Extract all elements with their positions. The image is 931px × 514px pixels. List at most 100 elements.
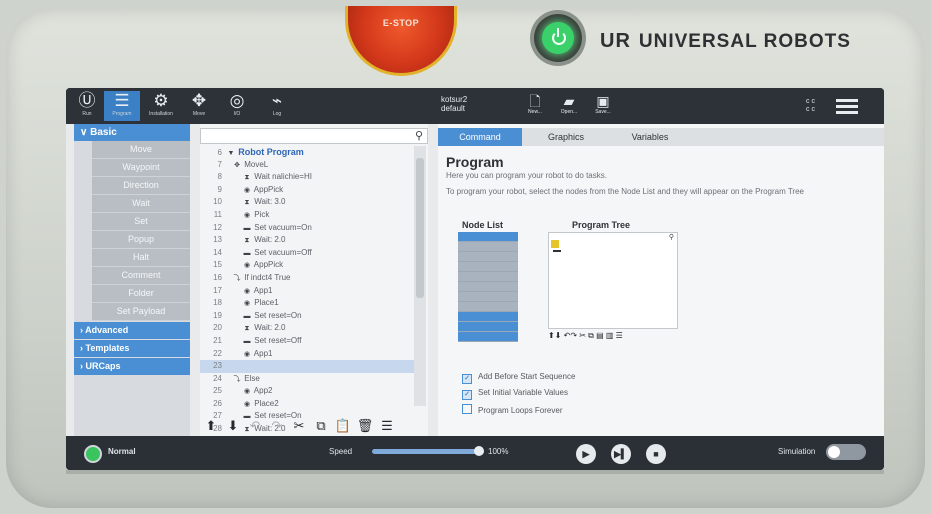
speed-value: 100% (488, 447, 509, 456)
undo-icon[interactable]: ↶ (244, 416, 266, 436)
line-number: 9 (217, 184, 222, 194)
tree-row[interactable]: 16 ⤵ If indct4 True (200, 272, 414, 285)
speed-slider-handle[interactable] (474, 446, 484, 456)
move-up-icon[interactable]: ⬆ (200, 416, 222, 436)
step-button[interactable]: ▶▍ (611, 444, 631, 464)
stop-button[interactable]: ■ (646, 444, 666, 464)
file-info: kotsur2 default (441, 95, 467, 113)
nav-run[interactable]: Ⓤ Run (72, 91, 102, 121)
tree-row[interactable]: 24 ⤵ Else (200, 373, 414, 386)
hamburger-menu-icon[interactable] (836, 96, 858, 116)
tab-variables[interactable]: Variables (610, 128, 690, 146)
tree-row[interactable]: 7 ✥ MoveL (200, 159, 414, 172)
sidebar-item-comment[interactable]: Comment (92, 267, 190, 285)
line-number: 13 (213, 235, 222, 245)
speed-slider[interactable] (372, 446, 484, 456)
tree-row[interactable]: 19 ▬ Set reset=On (200, 310, 414, 323)
tree-row[interactable]: 26 ◉ Place2 (200, 398, 414, 411)
tree-node-label: Wait: 3.0 (254, 197, 286, 207)
tree-scrollbar[interactable] (414, 146, 426, 406)
tree-row[interactable]: 13 ⧗ Wait: 2.0 (200, 234, 414, 247)
add-before-start-checkbox[interactable]: ✓ Add Before Start Sequence (462, 372, 575, 384)
sidebar-item-wait[interactable]: Wait (92, 195, 190, 213)
robot-status-icon[interactable] (84, 445, 102, 463)
tree-row[interactable]: 8 ⧗ Wait nalichie=HI (200, 171, 414, 184)
tree-row[interactable]: 11 ◉ Pick (200, 209, 414, 222)
search-icon[interactable]: ⚲ (415, 129, 423, 142)
paste-icon[interactable]: 📋 (332, 416, 354, 436)
sidebar-item-folder[interactable]: Folder (92, 285, 190, 303)
simulation-label: Simulation (778, 447, 816, 456)
scrollbar-thumb[interactable] (416, 158, 424, 298)
save-icon: ▣ (596, 93, 610, 109)
brand-logo: UR (600, 30, 631, 52)
tab-graphics[interactable]: Graphics (526, 128, 606, 146)
sidebar-item-popup[interactable]: Popup (92, 231, 190, 249)
tree-node-label: Wait: 2.0 (254, 235, 286, 245)
sidebar-item-set-payload[interactable]: Set Payload (92, 303, 190, 321)
content-area: ∨ Basic Move Waypoint Direction Wait Set… (66, 124, 884, 436)
tab-command[interactable]: Command (438, 128, 522, 146)
delete-icon[interactable]: 🗑 (354, 416, 376, 436)
top-bar: Ⓤ Run ☰ Program ⚙ Installation ✥ Move ◎ I/O ⌁… (66, 88, 884, 124)
touch-screen: Ⓤ Run ☰ Program ⚙ Installation ✥ Move ◎ I/O ⌁… (66, 88, 884, 470)
sidebar-category-advanced[interactable]: › Advanced (74, 322, 190, 339)
speed-label: Speed (329, 447, 353, 456)
tree-row[interactable]: 15 ◉ AppPick (200, 259, 414, 272)
tree-row[interactable]: 9 ◉ AppPick (200, 184, 414, 197)
checkbox-unchecked-icon (462, 404, 472, 414)
move-down-icon[interactable]: ⬇ (222, 416, 244, 436)
tree-row[interactable]: 22 ◉ App1 (200, 348, 414, 361)
program-file-name: kotsur2 (441, 95, 468, 104)
simulation-toggle[interactable] (826, 444, 866, 460)
program-loops-checkbox[interactable]: Program Loops Forever (462, 404, 562, 415)
cut-icon[interactable]: ✂ (288, 416, 310, 436)
tree-row[interactable]: 18 ◉ Place1 (200, 297, 414, 310)
nav-move[interactable]: ✥ Move (184, 91, 214, 121)
power-icon (542, 22, 574, 54)
tree-row[interactable]: 6 ▼ Robot Program (200, 146, 414, 159)
sidebar-item-set[interactable]: Set (92, 213, 190, 231)
status-indicator: c cc c (806, 98, 815, 113)
suppress-icon[interactable]: ☰ (376, 416, 398, 436)
tree-row[interactable]: 25 ◉ App2 (200, 385, 414, 398)
io-icon: ◎ (229, 91, 245, 110)
nav-program[interactable]: ☰ Program (104, 91, 140, 121)
sidebar-category-templates[interactable]: › Templates (74, 340, 190, 357)
sidebar-category-urcaps[interactable]: › URCaps (74, 358, 190, 375)
sidebar-item-move[interactable]: Move (92, 141, 190, 159)
nav-installation[interactable]: ⚙ Installation (144, 91, 178, 121)
tree-row[interactable]: 14 ▬ Set vacuum=Off (200, 247, 414, 260)
sidebar-header-basic[interactable]: ∨ Basic (74, 124, 190, 141)
play-icon: ▶ (582, 449, 590, 459)
copy-icon[interactable]: ⧉ (310, 416, 332, 436)
sidebar-item-direction[interactable]: Direction (92, 177, 190, 195)
tree-row[interactable]: 12 ▬ Set vacuum=On (200, 222, 414, 235)
tree-node-label: Set vacuum=On (254, 222, 312, 232)
sidebar-item-waypoint[interactable]: Waypoint (92, 159, 190, 177)
tree-toolbar: ⬆ ⬇ ↶ ↷ ✂ ⧉ 📋 🗑 ☰ (200, 416, 428, 436)
tree-row[interactable]: 23 (200, 360, 414, 373)
node-sidebar: ∨ Basic Move Waypoint Direction Wait Set… (74, 124, 190, 436)
nav-io[interactable]: ◎ I/O (222, 91, 252, 121)
tree-toolbar-illustration: ⬆⬇ ↶↷ ✂ ⧉ ▤ ▥ ☰ (548, 331, 623, 340)
new-file-button[interactable]: 🗋 New... (522, 93, 548, 115)
tree-row[interactable]: 17 ◉ App1 (200, 285, 414, 298)
set-initial-values-checkbox[interactable]: ✓ Set Initial Variable Values (462, 388, 568, 400)
installation-icon: ⚙ (153, 91, 169, 110)
tree-row[interactable]: 10 ⧗ Wait: 3.0 (200, 196, 414, 209)
tree-row[interactable]: 21 ▬ Set reset=Off (200, 335, 414, 348)
power-button[interactable] (534, 14, 582, 62)
tree-search-input[interactable]: ⚲ (200, 128, 428, 144)
sidebar-item-halt[interactable]: Halt (92, 249, 190, 267)
line-number: 7 (217, 159, 222, 169)
tree-row[interactable]: 20 ⧗ Wait: 2.0 (200, 322, 414, 335)
nav-log[interactable]: ⌁ Log (262, 91, 292, 121)
play-button[interactable]: ▶ (576, 444, 596, 464)
line-number: 21 (213, 335, 222, 345)
redo-icon[interactable]: ↷ (266, 416, 288, 436)
line-number: 19 (213, 310, 222, 320)
tree-node-label: App1 (253, 285, 273, 295)
open-button[interactable]: ▰ Open... (556, 93, 582, 115)
save-button[interactable]: ▣ Save... (590, 93, 616, 115)
